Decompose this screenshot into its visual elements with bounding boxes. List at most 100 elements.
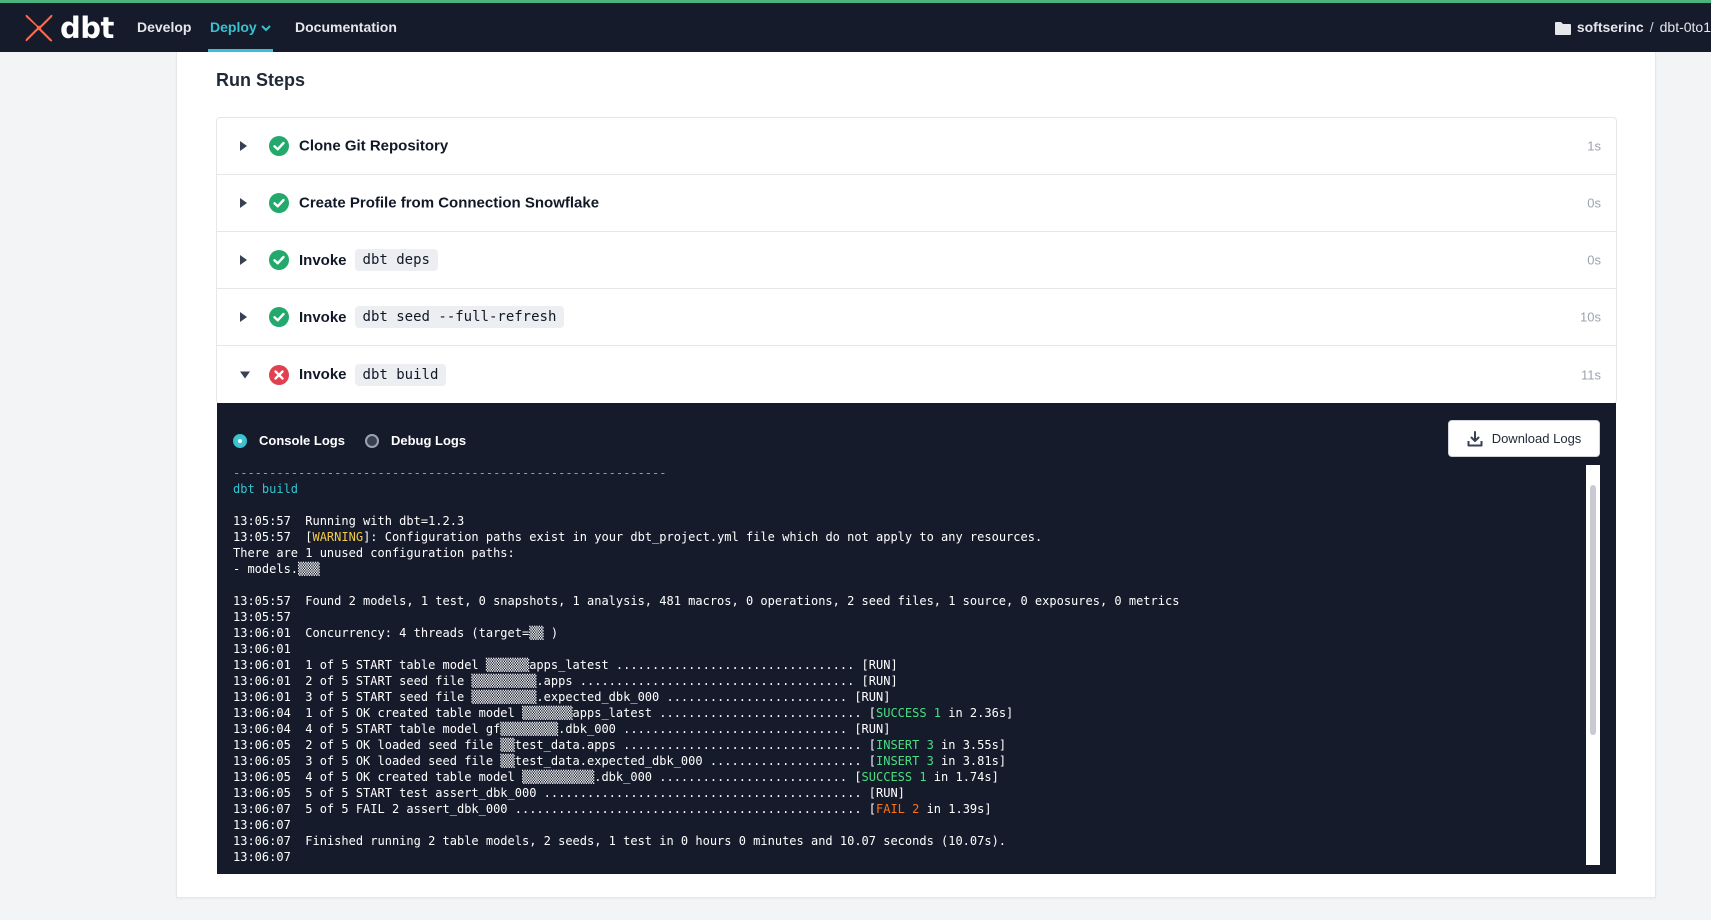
log-text: 13:06:01 Concurrency: 4 threads (target=… [233, 626, 559, 640]
download-logs-button[interactable]: Download Logs [1448, 420, 1600, 457]
log-text: in 1.74s] [926, 770, 999, 784]
log-text: 13:05:57 [233, 610, 291, 624]
step-label: Clone Git Repository [299, 138, 448, 155]
log-text: 13:05:57 [ [233, 530, 313, 544]
step-duration: 0s [1587, 195, 1601, 211]
log-text: in 3.55s] [933, 738, 1007, 752]
download-icon [1467, 430, 1483, 446]
log-text: in 2.36s] [941, 706, 1014, 720]
run-step-dbt-build[interactable]: Invoke dbt build 11s [217, 346, 1616, 403]
console-logs-label: Console Logs [259, 433, 345, 448]
console-logs-radio[interactable]: Console Logs [233, 433, 345, 448]
log-text: 13:06:04 1 of 5 OK created table model ▒… [233, 706, 876, 720]
log-panel: Console Logs Debug Logs Download Logs --… [217, 403, 1616, 874]
log-text: ----------------------------------------… [233, 466, 667, 480]
log-text: in 3.81s] [933, 754, 1007, 768]
step-duration: 0s [1587, 252, 1601, 268]
step-command: dbt seed --full-refresh [354, 306, 565, 328]
breadcrumb-separator: / [1649, 19, 1654, 35]
log-text: - models.▒▒▒ [233, 562, 320, 576]
log-text: 13:06:01 3 of 5 START seed file ▒▒▒▒▒▒▒▒… [233, 690, 891, 704]
top-nav: dbt Develop Deploy Documentation softser… [0, 0, 1711, 52]
log-line: There are 1 unused configuration paths: [233, 545, 1593, 561]
success-check-icon [269, 307, 289, 327]
log-line: 13:06:07 [233, 817, 1593, 833]
step-title: Invoke [299, 366, 347, 383]
log-text: dbt build [233, 482, 299, 496]
log-line: dbt build [233, 481, 1593, 497]
breadcrumb: softserinc / dbt-0to1 [1554, 3, 1711, 52]
run-step-dbt-seed[interactable]: Invoke dbt seed --full-refresh 10s [217, 289, 1616, 346]
log-text: 13:06:01 1 of 5 START table model ▒▒▒▒▒▒… [233, 658, 898, 672]
nav-documentation[interactable]: Documentation [295, 3, 397, 52]
log-line: 13:06:04 1 of 5 OK created table model ▒… [233, 705, 1593, 721]
breadcrumb-project[interactable]: dbt-0to1 [1660, 19, 1711, 35]
step-label: Invoke dbt seed --full-refresh [299, 306, 565, 328]
success-check-icon [269, 250, 289, 270]
nav-develop[interactable]: Develop [137, 3, 191, 52]
log-text: 13:05:57 Running with dbt=1.2.3 [233, 514, 465, 528]
run-step-clone[interactable]: Clone Git Repository 1s [217, 118, 1616, 175]
log-line: ----------------------------------------… [233, 465, 1593, 481]
step-duration: 1s [1587, 138, 1601, 154]
nav-deploy[interactable]: Deploy [208, 3, 273, 52]
logo-text: dbt [60, 11, 114, 45]
breadcrumb-account[interactable]: softserinc [1577, 19, 1644, 35]
step-duration: 11s [1581, 367, 1601, 382]
log-text: 13:06:07 [233, 818, 291, 832]
step-title: Invoke [299, 308, 347, 326]
log-line: 13:06:01 2 of 5 START seed file ▒▒▒▒▒▒▒▒… [233, 673, 1593, 689]
radio-selected-icon [233, 433, 247, 448]
step-title: Create Profile from Connection Snowflake [299, 194, 600, 212]
log-text: 13:06:07 Finished running 2 table models… [233, 834, 1007, 848]
step-duration: 10s [1580, 309, 1601, 325]
log-line: 13:06:04 4 of 5 START table model gf▒▒▒▒… [233, 721, 1593, 737]
download-logs-label: Download Logs [1491, 431, 1582, 446]
dbt-logo-icon [25, 14, 53, 42]
log-text: 13:06:07 [233, 850, 291, 864]
console-log-output[interactable]: ----------------------------------------… [233, 465, 1593, 865]
log-text: 13:06:05 5 of 5 START test assert_dbk_00… [233, 786, 905, 800]
log-text: 13:06:01 [233, 642, 291, 656]
log-line: 13:06:01 [233, 641, 1593, 657]
caret-down-icon[interactable] [239, 370, 251, 379]
caret-right-icon[interactable] [239, 311, 248, 323]
log-line: 13:06:01 Concurrency: 4 threads (target=… [233, 625, 1593, 641]
log-text: SUCCESS 1 [861, 770, 927, 784]
log-line: 13:06:05 4 of 5 OK created table model ▒… [233, 769, 1593, 785]
log-text: There are 1 unused configuration paths: [233, 546, 515, 560]
log-scrollbar[interactable] [1586, 465, 1600, 865]
log-text: 13:06:05 2 of 5 OK loaded seed file ▒▒te… [233, 738, 876, 752]
log-line: - models.▒▒▒ [233, 561, 1593, 577]
log-text: in 1.39s] [919, 802, 992, 816]
run-step-dbt-deps[interactable]: Invoke dbt deps 0s [217, 232, 1616, 289]
step-command: dbt build [354, 363, 447, 386]
log-line: 13:06:07 Finished running 2 table models… [233, 833, 1593, 849]
log-text: ]: Configuration paths exist in your dbt… [363, 530, 1043, 544]
chevron-down-icon [260, 25, 271, 32]
log-line: 13:06:07 [233, 849, 1593, 865]
run-step-create-profile[interactable]: Create Profile from Connection Snowflake… [217, 175, 1616, 232]
log-line: 13:06:05 2 of 5 OK loaded seed file ▒▒te… [233, 737, 1593, 753]
log-text: 13:05:57 Found 2 models, 1 test, 0 snaps… [233, 594, 1180, 608]
log-line: 13:06:01 1 of 5 START table model ▒▒▒▒▒▒… [233, 657, 1593, 673]
log-text: SUCCESS 1 [876, 706, 942, 720]
nav-deploy-label: Deploy [210, 19, 257, 35]
log-text: 13:06:05 4 of 5 OK created table model ▒… [233, 770, 862, 784]
caret-right-icon[interactable] [239, 140, 248, 152]
log-text: 13:06:07 5 of 5 FAIL 2 assert_dbk_000 ..… [233, 802, 876, 816]
log-line: 13:06:07 5 of 5 FAIL 2 assert_dbk_000 ..… [233, 801, 1593, 817]
log-line: 13:06:01 3 of 5 START seed file ▒▒▒▒▒▒▒▒… [233, 689, 1593, 705]
dbt-logo[interactable]: dbt [24, 11, 114, 45]
scrollbar-thumb[interactable] [1590, 485, 1596, 735]
debug-logs-radio[interactable]: Debug Logs [365, 433, 466, 448]
caret-right-icon[interactable] [239, 254, 248, 266]
caret-right-icon[interactable] [239, 197, 248, 209]
debug-logs-label: Debug Logs [391, 433, 467, 448]
log-line: 13:05:57 [WARNING]: Configuration paths … [233, 529, 1593, 545]
log-text: WARNING [312, 530, 364, 544]
step-command: dbt deps [354, 249, 438, 271]
success-check-icon [269, 136, 289, 156]
page-title: Run Steps [216, 70, 306, 90]
